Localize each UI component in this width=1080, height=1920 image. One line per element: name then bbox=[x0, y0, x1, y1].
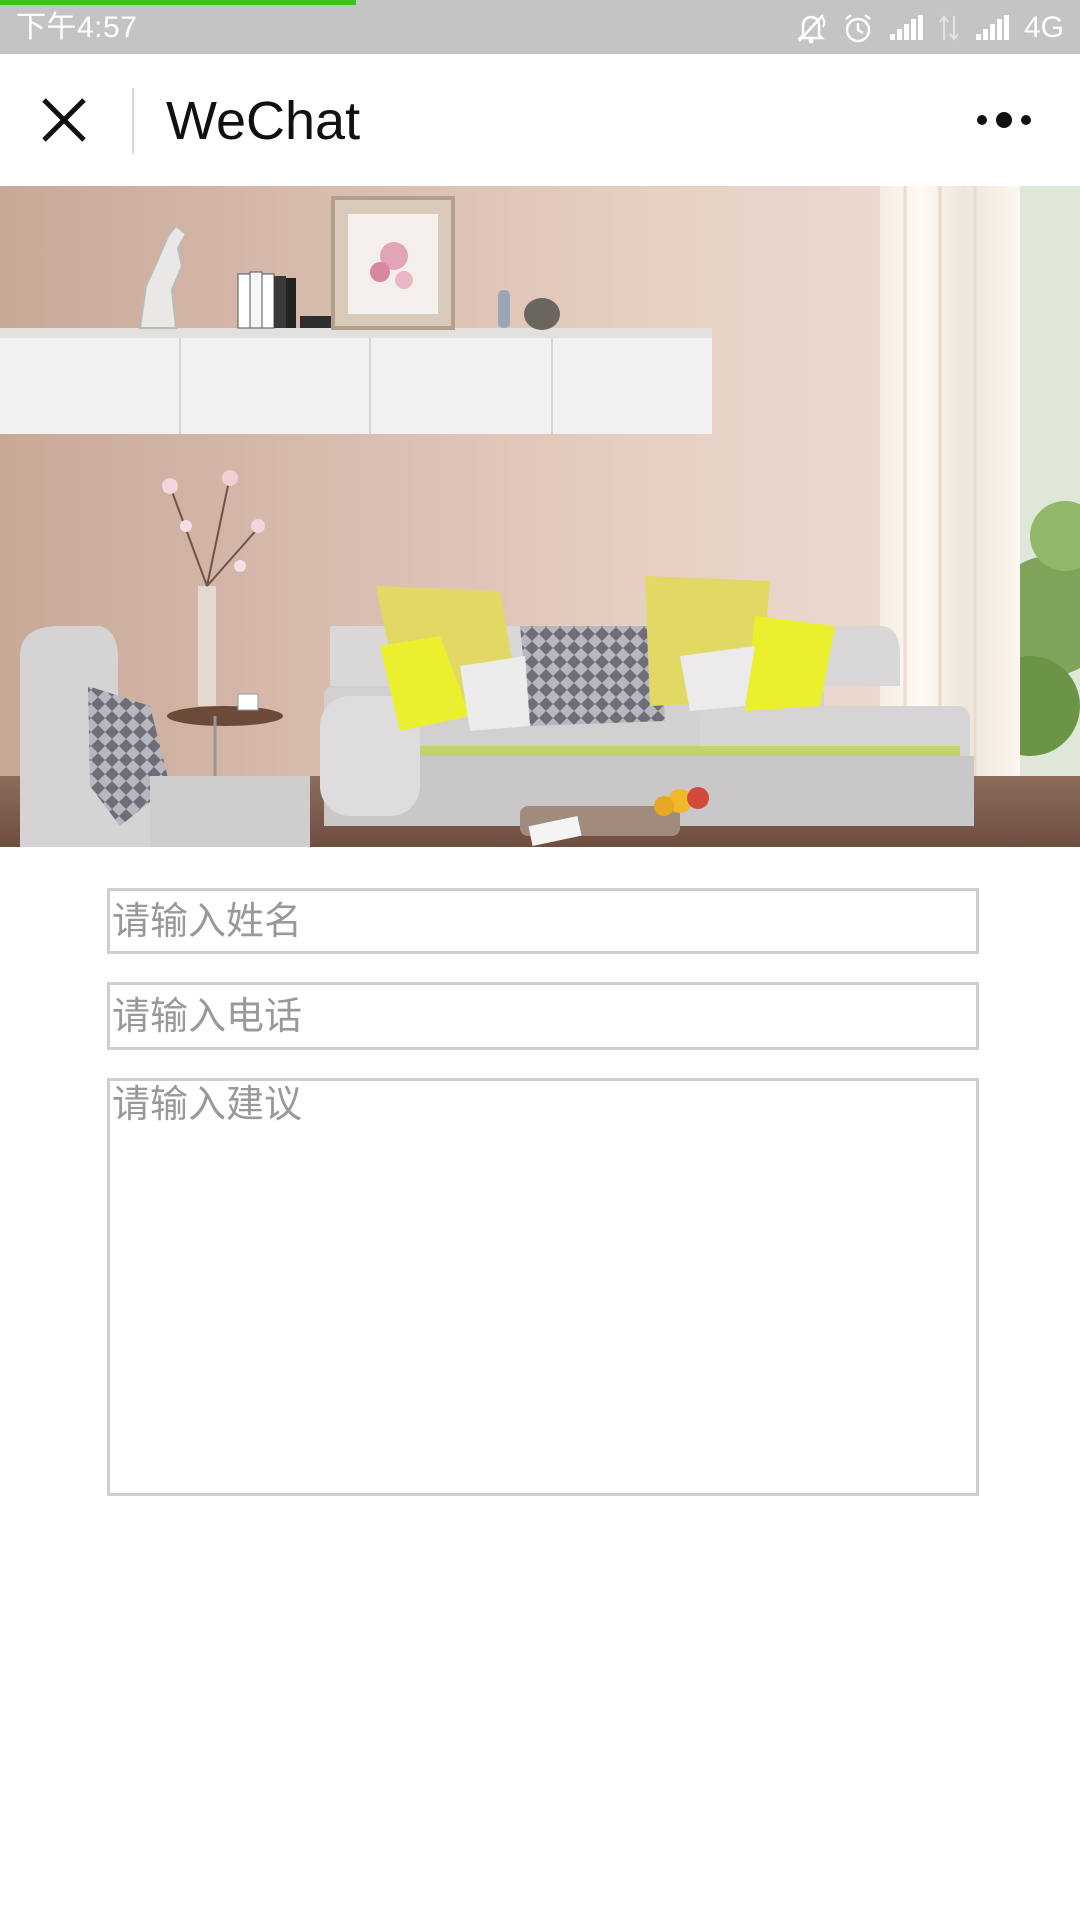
suggestion-textarea[interactable] bbox=[107, 1078, 979, 1496]
page-title: WeChat bbox=[166, 91, 361, 151]
more-button[interactable] bbox=[962, 98, 1046, 142]
nav-bar: WeChat bbox=[0, 54, 1080, 186]
feedback-form bbox=[107, 888, 979, 1496]
more-dots-icon bbox=[977, 112, 1031, 128]
signal-icon bbox=[888, 14, 924, 42]
page-load-progress-bar bbox=[0, 0, 357, 5]
status-icons: 4G bbox=[794, 8, 1064, 48]
phone-input[interactable] bbox=[107, 982, 979, 1050]
living-room-photo bbox=[0, 186, 1080, 847]
close-icon bbox=[42, 98, 86, 142]
nav-divider bbox=[132, 88, 134, 154]
data-arrows-icon bbox=[938, 14, 960, 42]
status-bar: 下午4:57 4G bbox=[0, 0, 1080, 54]
signal-icon bbox=[974, 14, 1010, 42]
alarm-icon bbox=[842, 12, 874, 44]
status-time: 下午4:57 bbox=[16, 11, 138, 44]
close-button[interactable] bbox=[36, 92, 92, 148]
network-type: 4G bbox=[1023, 11, 1064, 44]
notifications-off-icon bbox=[794, 11, 828, 45]
banner-image bbox=[0, 186, 1080, 847]
name-input[interactable] bbox=[107, 888, 979, 954]
